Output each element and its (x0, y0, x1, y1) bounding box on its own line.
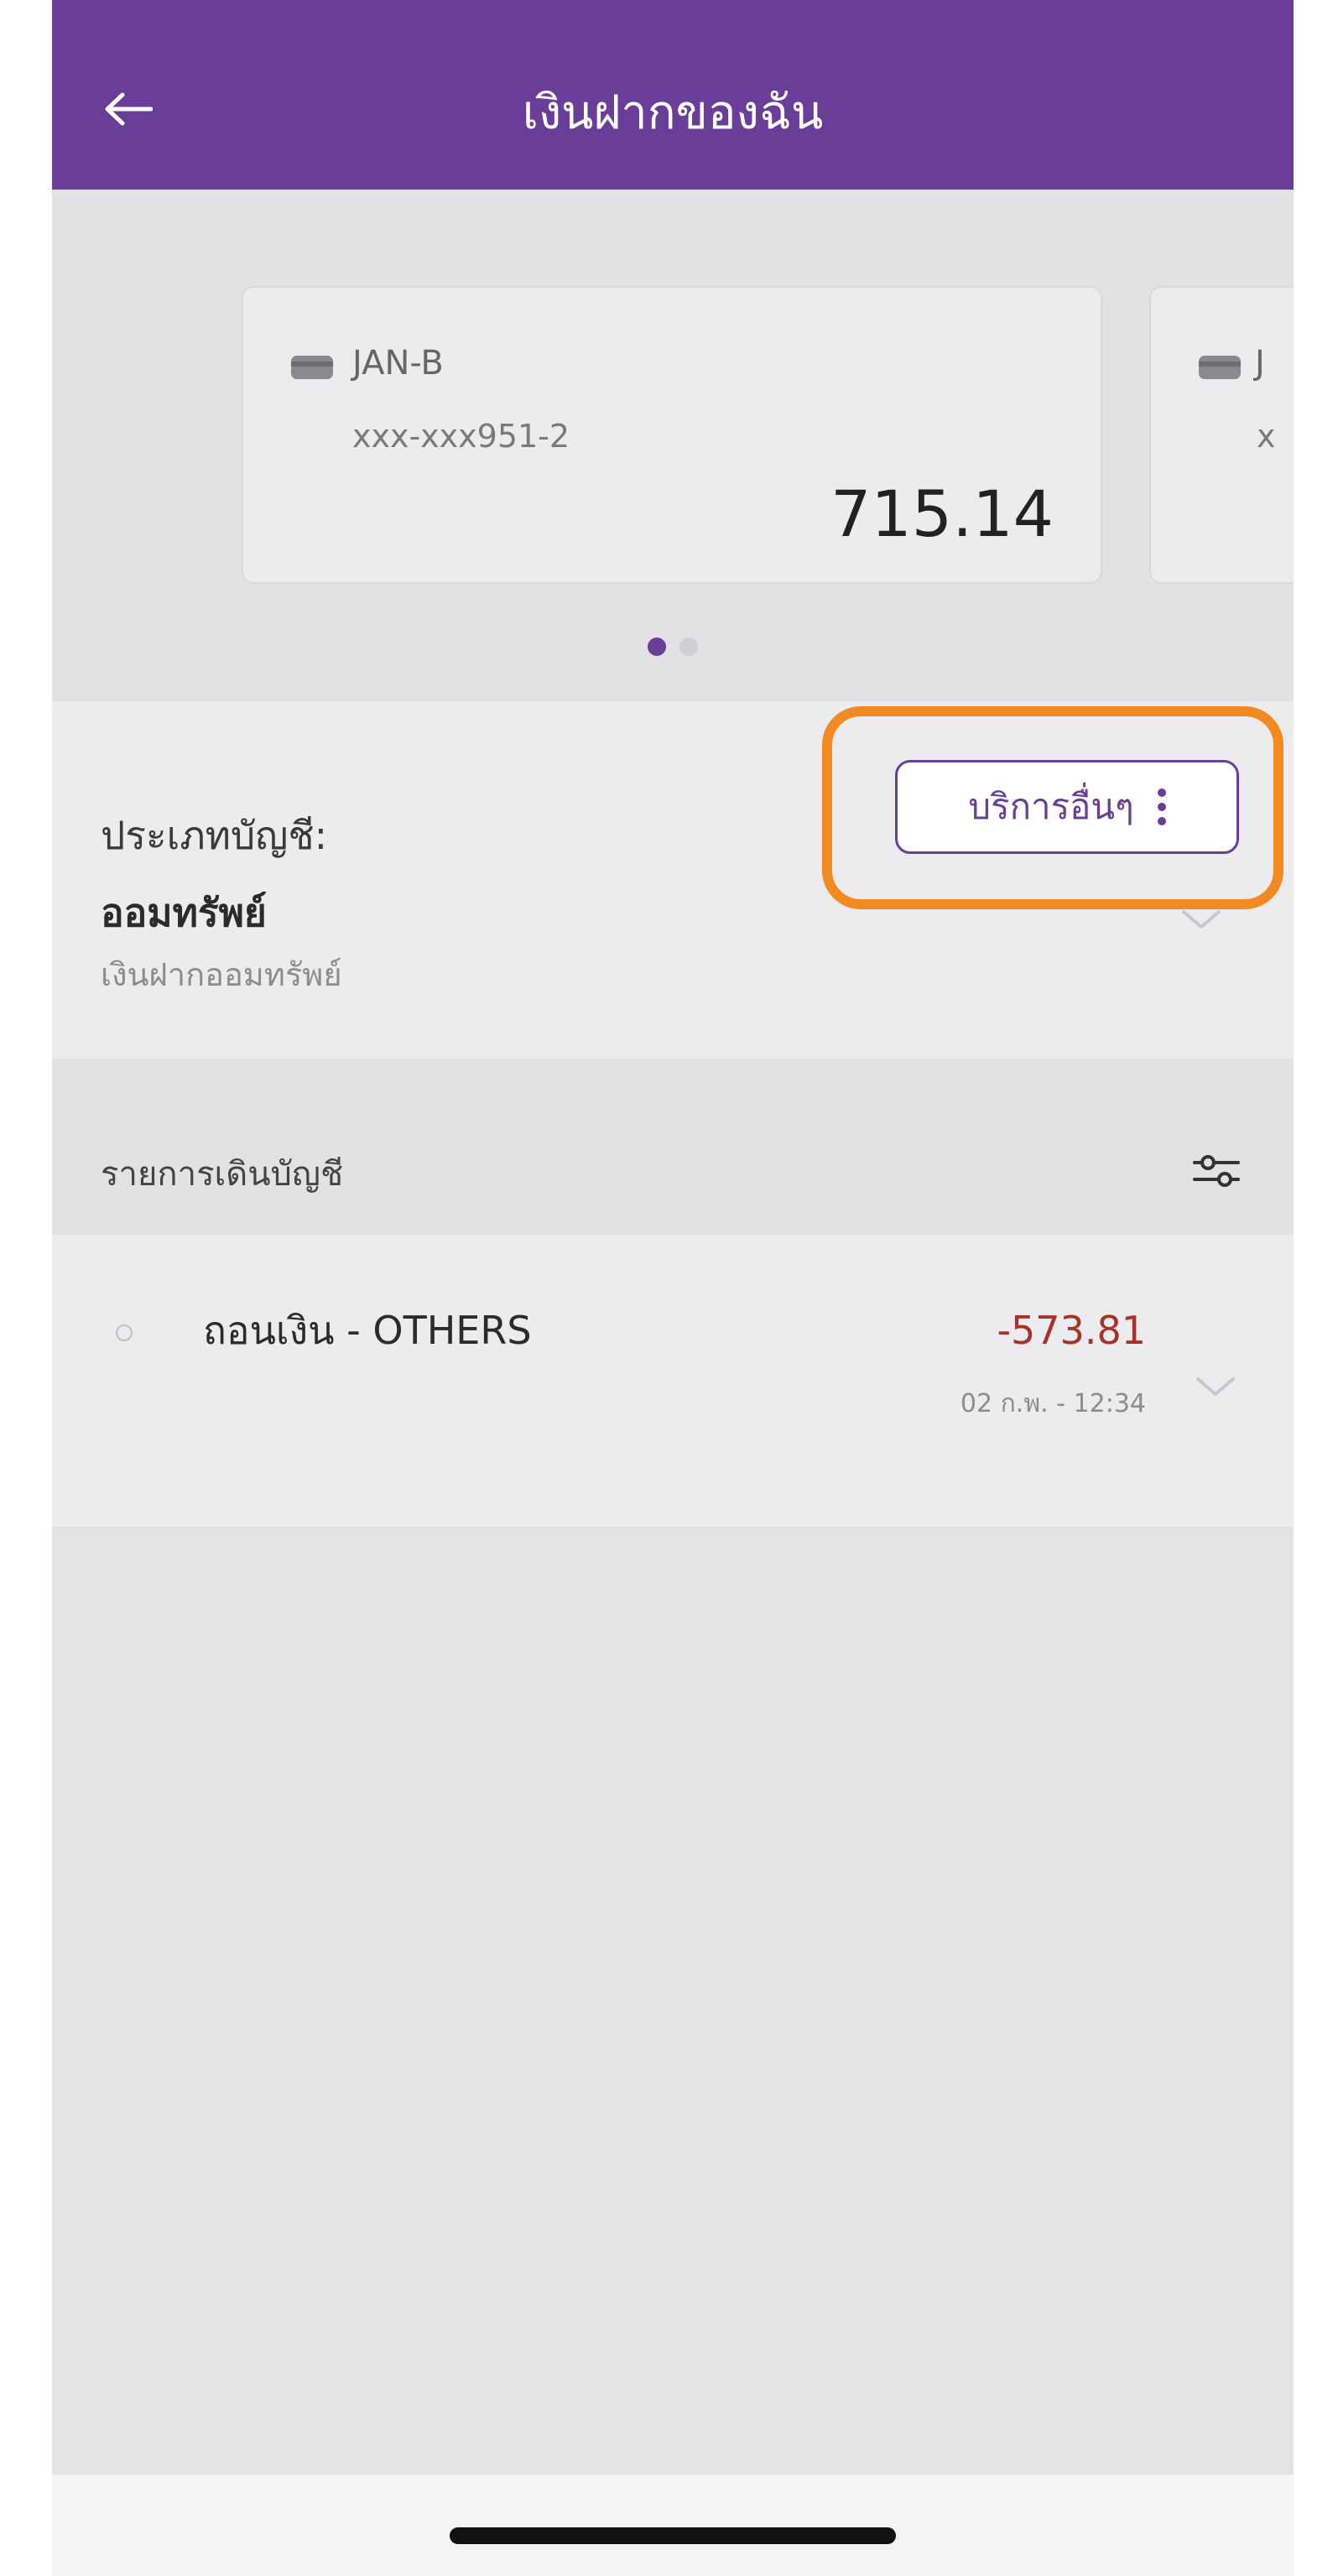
account-type-value: ออมทรัพย์ (101, 890, 267, 935)
account-number: xxx-xxx951-2 (352, 418, 570, 455)
account-type-subtitle: เงินฝากออมทรัพย์ (101, 956, 342, 993)
other-services-label: บริการอื่นๆ (968, 786, 1134, 827)
account-name: JAN-B (352, 344, 444, 382)
account-card[interactable]: JAN-B xxx-xxx951-2 715.14 (242, 286, 1102, 584)
transaction-status-icon (116, 1324, 133, 1341)
filter-sliders-icon[interactable] (1191, 1147, 1242, 1194)
home-indicator[interactable] (450, 2527, 896, 2544)
account-balance: 715.14 (830, 476, 1054, 551)
chevron-down-icon[interactable] (1180, 907, 1222, 932)
transaction-time: 02 ก.พ. - 12:34 (960, 1389, 1146, 1418)
chevron-down-icon[interactable] (1195, 1374, 1236, 1399)
app-screen: เงินฝากของฉัน JAN-B xxx-xxx951-2 715.14 … (52, 0, 1294, 2576)
home-indicator-bar (52, 2475, 1294, 2576)
page-margin-right (1294, 0, 1338, 2576)
pagination-dot[interactable] (679, 637, 698, 656)
account-carousel[interactable]: JAN-B xxx-xxx951-2 715.14 J x (52, 190, 1294, 701)
account-number: x (1257, 418, 1276, 455)
account-type-label: ประเภทบัญชี: (101, 813, 328, 858)
page-margin-left (0, 0, 52, 2576)
account-type-panel: ประเภทบัญชี: ออมทรัพย์ เงินฝากออมทรัพย์ … (52, 701, 1294, 1059)
transaction-description: ถอนเงิน - OTHERS (203, 1308, 532, 1353)
other-services-button[interactable]: บริการอื่นๆ (895, 760, 1239, 854)
app-header: เงินฝากของฉัน (52, 0, 1294, 190)
pagination-dot-active[interactable] (648, 637, 666, 656)
kebab-menu-icon (1157, 785, 1166, 829)
page-title: เงินฝากของฉัน (522, 86, 824, 140)
statement-header: รายการเดินบัญชี (52, 1059, 1294, 1235)
account-card-next[interactable]: J x (1149, 286, 1294, 584)
transaction-amount: -573.81 (997, 1308, 1146, 1353)
transaction-row[interactable]: ถอนเงิน - OTHERS -573.81 02 ก.พ. - 12:34 (52, 1235, 1294, 1527)
carousel-pagination (52, 637, 1294, 656)
card-icon (291, 356, 333, 379)
statement-title: รายการเดินบัญชี (101, 1155, 344, 1194)
account-name: J (1255, 344, 1265, 382)
card-icon (1199, 356, 1241, 379)
